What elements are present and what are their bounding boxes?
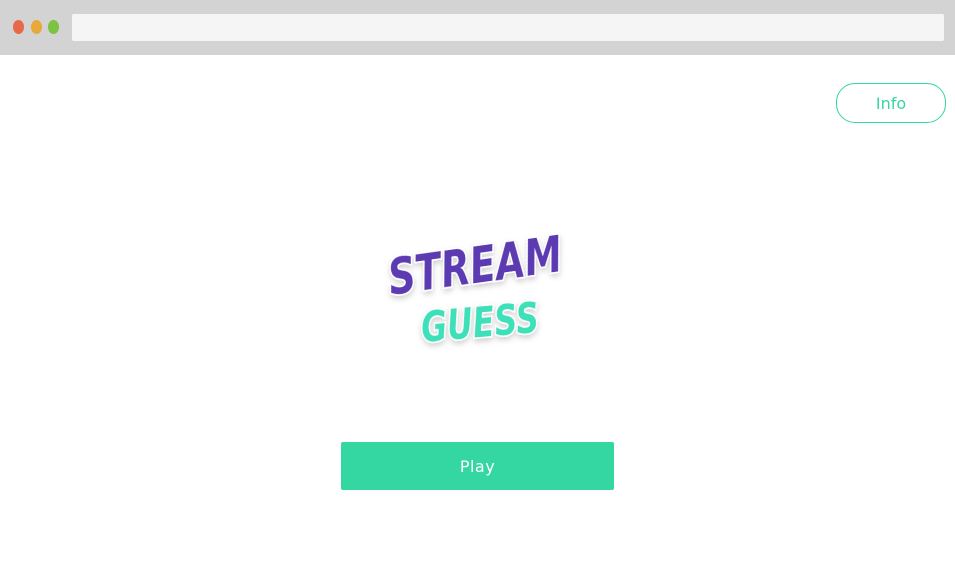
browser-chrome: [0, 0, 955, 55]
maximize-window-icon[interactable]: [48, 20, 59, 34]
address-bar[interactable]: [72, 14, 944, 41]
logo-graphic: STREAM GUESS: [383, 224, 567, 354]
stream-guess-logo: STREAM GUESS: [370, 205, 580, 355]
logo-line-guess: GUESS: [419, 293, 541, 352]
minimize-window-icon[interactable]: [31, 20, 42, 34]
close-window-icon[interactable]: [13, 20, 24, 34]
logo-line-stream: STREAM: [384, 225, 565, 307]
play-button[interactable]: Play: [341, 442, 614, 490]
info-button[interactable]: Info: [836, 83, 946, 123]
